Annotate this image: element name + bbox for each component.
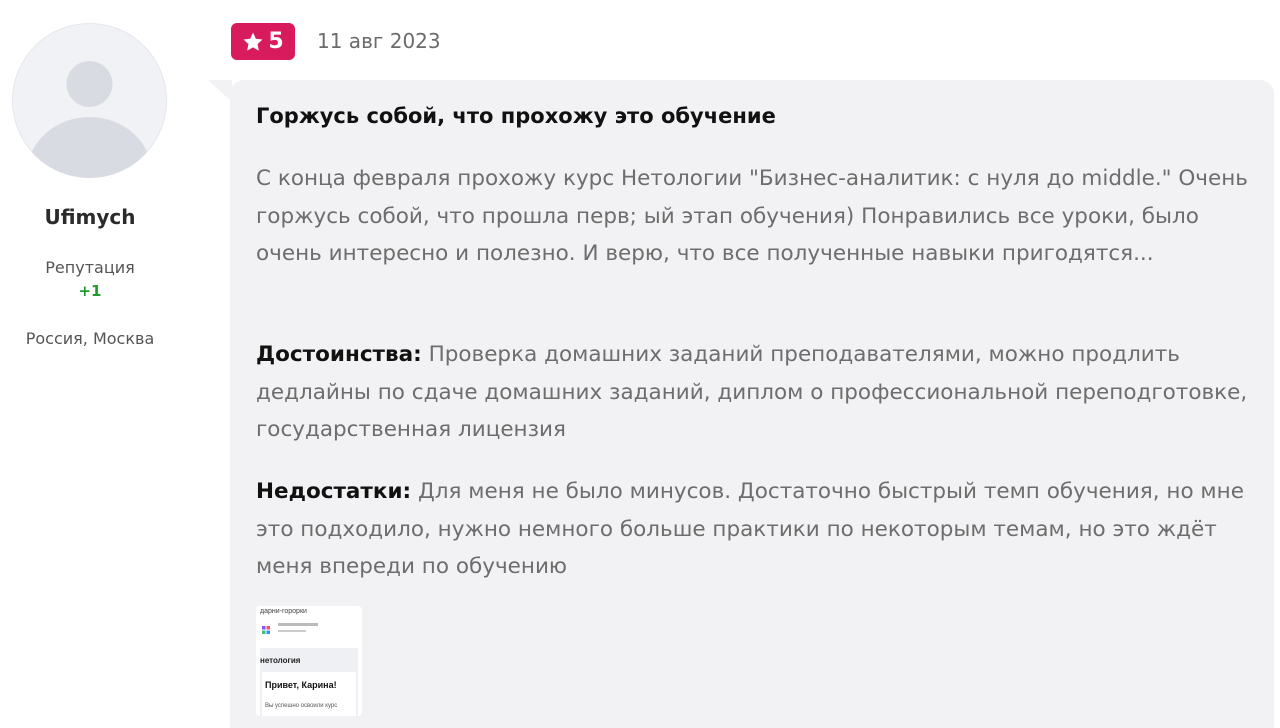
username[interactable]: Ufimych [0,205,180,229]
thumbnail-line [278,630,306,632]
star-icon [243,32,263,51]
thumbnail-line [278,623,318,626]
thumbnail-header-text: дарни-горорки [260,608,307,615]
rating-value: 5 [268,29,284,54]
attachment-thumbnail[interactable]: дарни-горорки нетология Привет, Карина! … [256,606,362,716]
review-title[interactable]: Горжусь собой, что прохожу это обучение [256,104,776,128]
avatar[interactable] [12,23,167,178]
cons-label: Недостатки: [256,479,412,504]
thumbnail-logo-text: нетология [260,656,301,665]
review-page: Ufimych Репутация +1 Россия, Москва 5 11… [0,0,1280,728]
bubble-tail [208,80,232,102]
rating-badge: 5 [231,23,295,60]
pros-label: Достоинства: [256,342,422,367]
app-logo-icon [262,626,270,634]
thumbnail-greeting: Привет, Карина! [265,680,337,690]
reputation-label: Репутация [45,258,135,277]
user-silhouette-icon [26,61,153,178]
review-date: 11 авг 2023 [317,29,441,53]
review-cons: Недостатки: Для меня не было минусов. До… [256,473,1261,586]
thumbnail-note: Вы успешно освоили курс [265,703,338,709]
thumbnail-card [262,672,356,716]
user-location: Россия, Москва [25,329,155,348]
reputation-value: +1 [78,282,102,300]
thumbnail-sender-row [260,618,358,648]
review-body: С конца февраля прохожу курс Нетологии "… [256,166,1248,266]
review-pros: Достоинства: Проверка домашних заданий п… [256,336,1261,449]
